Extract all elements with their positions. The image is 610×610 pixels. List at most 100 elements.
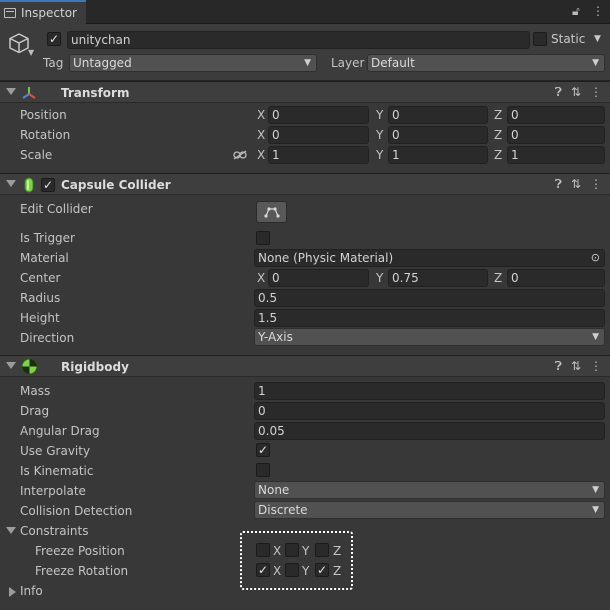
component-menu-icon[interactable]: ⋮ (590, 85, 602, 100)
component-menu-icon[interactable]: ⋮ (590, 177, 602, 192)
foldout-arrow[interactable] (6, 180, 16, 187)
presets-icon[interactable]: ⇅ (571, 359, 581, 374)
rigidbody-title: Rigidbody (61, 360, 129, 374)
scale-z-label[interactable]: Z (494, 146, 502, 164)
freeze-rotation-label: Freeze Rotation (35, 564, 129, 578)
icon-dropdown-arrow[interactable]: ▼ (28, 48, 34, 57)
rotation-z-label[interactable]: Z (494, 126, 502, 144)
info-label[interactable]: Info (20, 582, 43, 600)
active-checkbox[interactable] (47, 32, 61, 46)
layer-dropdown[interactable]: Default ▼ (367, 54, 605, 72)
tab-inspector[interactable]: Inspector (0, 0, 86, 24)
use-gravity-label: Use Gravity (20, 444, 91, 458)
position-y-label[interactable]: Y (376, 106, 383, 124)
rotation-label: Rotation (20, 128, 71, 142)
edit-collider-label: Edit Collider (20, 202, 93, 216)
transform-header[interactable]: Transform ❓︎ ⇅ ⋮ (0, 81, 610, 103)
lock-icon[interactable]: 🔓︎ (572, 4, 580, 19)
direction-value: Y-Axis (258, 330, 293, 344)
interpolate-dropdown[interactable]: None ▼ (254, 481, 605, 499)
angular-drag-label: Angular Drag (20, 424, 100, 438)
center-label: Center (20, 271, 61, 285)
position-z-field[interactable]: 0 (507, 106, 605, 124)
position-y-field[interactable]: 0 (388, 106, 488, 124)
use-gravity-checkbox[interactable] (256, 443, 270, 457)
material-label: Material (20, 251, 69, 265)
direction-label: Direction (20, 331, 75, 345)
presets-icon[interactable]: ⇅ (571, 177, 581, 192)
rotation-y-field[interactable]: 0 (388, 126, 488, 144)
foldout-arrow[interactable] (6, 88, 16, 95)
direction-dropdown[interactable]: Y-Axis ▼ (254, 328, 605, 346)
height-field[interactable]: 1.5 (254, 309, 605, 327)
scale-z-field[interactable]: 1 (507, 146, 605, 164)
capsule-collider-title: Capsule Collider (61, 178, 171, 192)
kebab-menu-icon[interactable]: ⋮ (592, 4, 604, 18)
collision-detection-dropdown[interactable]: Discrete ▼ (254, 501, 605, 519)
info-foldout-arrow[interactable] (9, 587, 16, 597)
radius-label: Radius (20, 291, 61, 305)
inspector-icon (4, 8, 16, 18)
drag-field[interactable]: 0 (254, 402, 605, 420)
tab-inspector-label: Inspector (21, 6, 77, 20)
object-picker-icon[interactable]: ⊙ (591, 250, 600, 266)
tab-bar: Inspector 🔓︎ ⋮ (0, 0, 610, 24)
capsule-collider-header[interactable]: Capsule Collider ❓︎ ⇅ ⋮ (0, 173, 610, 195)
position-x-field[interactable]: 0 (268, 106, 369, 124)
rigidbody-header[interactable]: Rigidbody ❓︎ ⇅ ⋮ (0, 355, 610, 377)
chevron-down-icon: ▼ (592, 332, 599, 342)
scale-y-label[interactable]: Y (376, 146, 383, 164)
radius-field[interactable]: 0.5 (254, 289, 605, 307)
scale-y-field[interactable]: 1 (388, 146, 488, 164)
rotation-y-label[interactable]: Y (376, 126, 383, 144)
material-object-field[interactable]: None (Physic Material) ⊙ (254, 249, 605, 267)
freeze-position-label: Freeze Position (35, 544, 125, 558)
edit-collider-button[interactable] (256, 201, 287, 223)
constraints-foldout-arrow[interactable] (6, 527, 16, 534)
chevron-down-icon: ▼ (592, 505, 599, 515)
center-x-label[interactable]: X (257, 269, 265, 287)
rotation-z-field[interactable]: 0 (507, 126, 605, 144)
help-icon[interactable]: ❓︎ (555, 359, 562, 374)
scale-x-label[interactable]: X (257, 146, 265, 164)
position-z-label[interactable]: Z (494, 106, 502, 124)
static-label: Static (551, 32, 586, 46)
static-dropdown-arrow[interactable]: ▼ (594, 30, 601, 48)
collision-detection-value: Discrete (258, 503, 308, 517)
center-y-field[interactable]: 0.75 (388, 269, 488, 287)
center-y-label[interactable]: Y (376, 269, 383, 287)
tag-label: Tag (43, 56, 64, 70)
mass-field[interactable]: 1 (254, 382, 605, 400)
rotation-x-label[interactable]: X (257, 126, 265, 144)
is-kinematic-checkbox[interactable] (256, 463, 270, 477)
help-icon[interactable]: ❓︎ (555, 177, 562, 192)
constraints-highlight-box (240, 531, 353, 590)
foldout-arrow[interactable] (6, 362, 16, 369)
is-trigger-label: Is Trigger (20, 231, 75, 245)
center-z-label[interactable]: Z (494, 269, 502, 287)
height-label: Height (20, 311, 60, 325)
constrain-proportions-icon[interactable] (233, 150, 247, 160)
gameobject-name-input[interactable]: unitychan (67, 31, 530, 49)
rigidbody-icon (21, 358, 38, 375)
scale-label: Scale (20, 148, 53, 162)
constraints-label[interactable]: Constraints (20, 522, 88, 540)
collision-detection-label: Collision Detection (20, 504, 133, 518)
tag-dropdown[interactable]: Untagged ▼ (69, 54, 317, 72)
position-label: Position (20, 108, 67, 122)
cube-icon[interactable] (8, 32, 30, 54)
scale-x-field[interactable]: 1 (268, 146, 369, 164)
center-x-field[interactable]: 0 (268, 269, 369, 287)
rotation-x-field[interactable]: 0 (268, 126, 369, 144)
presets-icon[interactable]: ⇅ (571, 85, 581, 100)
component-menu-icon[interactable]: ⋮ (590, 359, 602, 374)
position-x-label[interactable]: X (257, 106, 265, 124)
material-value: None (Physic Material) (258, 251, 394, 265)
capsule-collider-enabled-checkbox[interactable] (41, 178, 55, 192)
angular-drag-field[interactable]: 0.05 (254, 422, 605, 440)
center-z-field[interactable]: 0 (507, 269, 605, 287)
capsule-collider-icon (24, 177, 34, 193)
help-icon[interactable]: ❓︎ (555, 85, 562, 100)
is-trigger-checkbox[interactable] (256, 231, 270, 245)
static-checkbox[interactable] (533, 32, 547, 46)
